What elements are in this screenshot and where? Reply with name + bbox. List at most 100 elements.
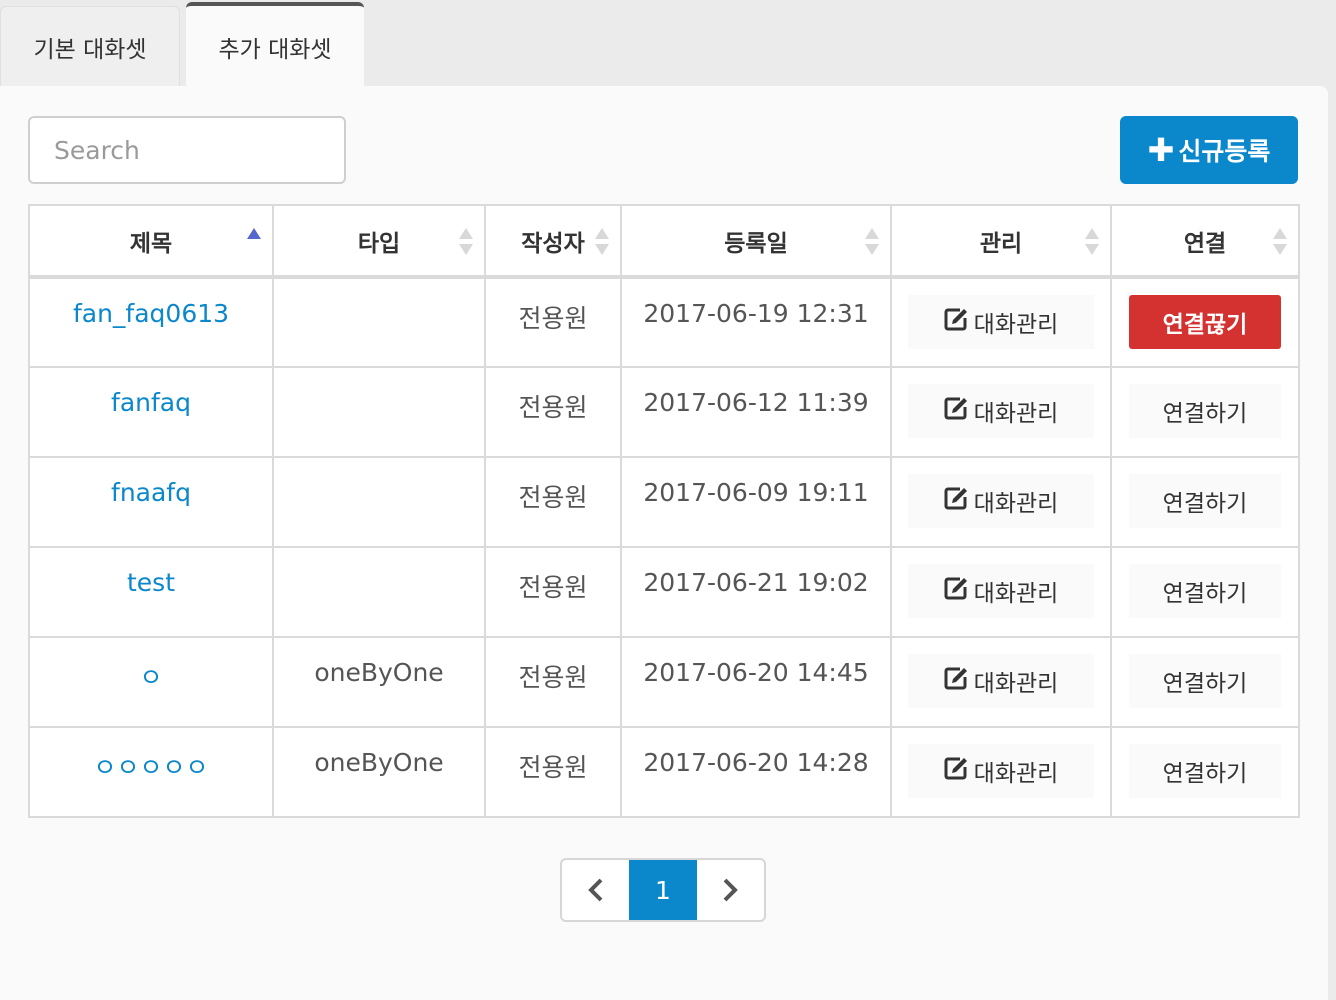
chevron-left-icon[interactable] bbox=[562, 860, 629, 920]
edit-icon bbox=[944, 756, 974, 786]
plus-icon: ✚ bbox=[1147, 131, 1175, 169]
table-row: ㅇㅇㅇㅇㅇ oneByOne 전용원 2017-06-20 14:28 대화관리 연결하기 bbox=[28, 726, 1300, 818]
cell-date: 2017-06-20 14:28 bbox=[620, 726, 892, 818]
cell-type: oneByOne bbox=[272, 726, 486, 818]
cell-title: test bbox=[28, 546, 274, 638]
column-header-label: 타입 bbox=[357, 230, 401, 257]
cell-title: fanfaq bbox=[28, 366, 274, 458]
pagination: 1 bbox=[560, 858, 766, 922]
title-link[interactable]: fan_faq0613 bbox=[73, 299, 229, 328]
connect-button[interactable]: 연결하기 bbox=[1129, 474, 1281, 528]
cell-connect: 연결하기 bbox=[1110, 636, 1300, 728]
cell-date: 2017-06-19 12:31 bbox=[620, 276, 892, 368]
manage-dialog-button[interactable]: 대화관리 bbox=[908, 384, 1094, 438]
manage-dialog-button[interactable]: 대화관리 bbox=[908, 654, 1094, 708]
manage-label: 대화관리 bbox=[973, 671, 1059, 697]
cell-connect: 연결하기 bbox=[1110, 726, 1300, 818]
column-header-label: 연결 bbox=[1183, 230, 1227, 257]
edit-icon bbox=[944, 576, 974, 606]
manage-dialog-button[interactable]: 대화관리 bbox=[908, 564, 1094, 618]
tab-bar: 기본 대화셋 추가 대화셋 bbox=[0, 0, 1336, 88]
cell-author: 전용원 bbox=[484, 636, 622, 728]
cell-type bbox=[272, 546, 486, 638]
cell-manage: 대화관리 bbox=[890, 366, 1112, 458]
table-row: fan_faq0613 전용원 2017-06-19 12:31 대화관리 연결끊기 bbox=[28, 276, 1300, 368]
cell-author: 전용원 bbox=[484, 276, 622, 368]
table-row: fanfaq 전용원 2017-06-12 11:39 대화관리 연결하기 bbox=[28, 366, 1300, 458]
edit-icon bbox=[944, 307, 974, 337]
column-header-connect[interactable]: 연결 bbox=[1110, 204, 1300, 279]
sort-asc-icon bbox=[246, 226, 262, 258]
manage-dialog-button[interactable]: 대화관리 bbox=[908, 474, 1094, 528]
cell-type bbox=[272, 366, 486, 458]
cell-connect: 연결끊기 bbox=[1110, 276, 1300, 368]
column-header-author[interactable]: 작성자 bbox=[484, 204, 622, 279]
cell-date: 2017-06-20 14:45 bbox=[620, 636, 892, 728]
page-number-button[interactable]: 1 bbox=[629, 860, 697, 920]
dialogset-table: 제목 타입 작성자 등록일 관리 연결 fan_faq0613 전용원 2017-0… bbox=[28, 204, 1300, 818]
manage-label: 대화관리 bbox=[973, 761, 1059, 787]
edit-icon bbox=[944, 396, 974, 426]
cell-manage: 대화관리 bbox=[890, 636, 1112, 728]
cell-manage: 대화관리 bbox=[890, 546, 1112, 638]
manage-label: 대화관리 bbox=[973, 491, 1059, 517]
column-header-manage[interactable]: 관리 bbox=[890, 204, 1112, 279]
cell-date: 2017-06-12 11:39 bbox=[620, 366, 892, 458]
table-header-row: 제목 타입 작성자 등록일 관리 연결 bbox=[28, 204, 1300, 279]
column-header-label: 제목 bbox=[129, 230, 173, 257]
cell-author: 전용원 bbox=[484, 546, 622, 638]
column-header-date[interactable]: 등록일 bbox=[620, 204, 892, 279]
cell-manage: 대화관리 bbox=[890, 276, 1112, 368]
content-panel: ✚ 신규등록 제목 타입 작성자 등록일 관리 연결 bbox=[0, 86, 1328, 1000]
column-header-label: 관리 bbox=[979, 230, 1023, 257]
connect-button[interactable]: 연결하기 bbox=[1129, 654, 1281, 708]
cell-manage: 대화관리 bbox=[890, 456, 1112, 548]
title-link[interactable]: fnaafq bbox=[111, 478, 191, 507]
table-row: ㅇ oneByOne 전용원 2017-06-20 14:45 대화관리 연결하기 bbox=[28, 636, 1300, 728]
new-register-label: 신규등록 bbox=[1178, 137, 1271, 166]
cell-title: ㅇ bbox=[28, 636, 274, 728]
table-row: test 전용원 2017-06-21 19:02 대화관리 연결하기 bbox=[28, 546, 1300, 638]
title-link[interactable]: ㅇ bbox=[139, 663, 162, 692]
connect-button[interactable]: 연결하기 bbox=[1129, 564, 1281, 618]
manage-dialog-button[interactable]: 대화관리 bbox=[908, 295, 1094, 349]
edit-icon bbox=[944, 666, 974, 696]
cell-title: fan_faq0613 bbox=[28, 276, 274, 368]
cell-type: oneByOne bbox=[272, 636, 486, 728]
column-header-type[interactable]: 타입 bbox=[272, 204, 486, 279]
column-header-label: 등록일 bbox=[724, 230, 788, 257]
tab-basic-dialogset[interactable]: 기본 대화셋 bbox=[0, 6, 180, 86]
sort-icon bbox=[1084, 226, 1100, 258]
cell-author: 전용원 bbox=[484, 456, 622, 548]
manage-label: 대화관리 bbox=[973, 401, 1059, 427]
column-header-title[interactable]: 제목 bbox=[28, 204, 274, 279]
table-row: fnaafq 전용원 2017-06-09 19:11 대화관리 연결하기 bbox=[28, 456, 1300, 548]
connect-button[interactable]: 연결하기 bbox=[1129, 744, 1281, 798]
title-link[interactable]: ㅇㅇㅇㅇㅇ bbox=[93, 753, 208, 782]
cell-manage: 대화관리 bbox=[890, 726, 1112, 818]
cell-author: 전용원 bbox=[484, 726, 622, 818]
cell-type bbox=[272, 456, 486, 548]
cell-date: 2017-06-09 19:11 bbox=[620, 456, 892, 548]
chevron-right-icon[interactable] bbox=[697, 860, 764, 920]
cell-title: ㅇㅇㅇㅇㅇ bbox=[28, 726, 274, 818]
cell-connect: 연결하기 bbox=[1110, 546, 1300, 638]
connect-button[interactable]: 연결하기 bbox=[1129, 384, 1281, 438]
disconnect-button[interactable]: 연결끊기 bbox=[1129, 295, 1281, 349]
cell-connect: 연결하기 bbox=[1110, 366, 1300, 458]
sort-icon bbox=[864, 226, 880, 258]
manage-label: 대화관리 bbox=[973, 581, 1059, 607]
new-register-button[interactable]: ✚ 신규등록 bbox=[1120, 116, 1298, 184]
cell-title: fnaafq bbox=[28, 456, 274, 548]
search-input[interactable] bbox=[28, 116, 346, 184]
manage-dialog-button[interactable]: 대화관리 bbox=[908, 744, 1094, 798]
column-header-label: 작성자 bbox=[521, 230, 585, 257]
tab-extra-dialogset[interactable]: 추가 대화셋 bbox=[186, 2, 364, 88]
title-link[interactable]: fanfaq bbox=[111, 388, 191, 417]
sort-icon bbox=[458, 226, 474, 258]
cell-connect: 연결하기 bbox=[1110, 456, 1300, 548]
title-link[interactable]: test bbox=[127, 568, 175, 597]
edit-icon bbox=[944, 486, 974, 516]
cell-type bbox=[272, 276, 486, 368]
sort-icon bbox=[1272, 226, 1288, 258]
